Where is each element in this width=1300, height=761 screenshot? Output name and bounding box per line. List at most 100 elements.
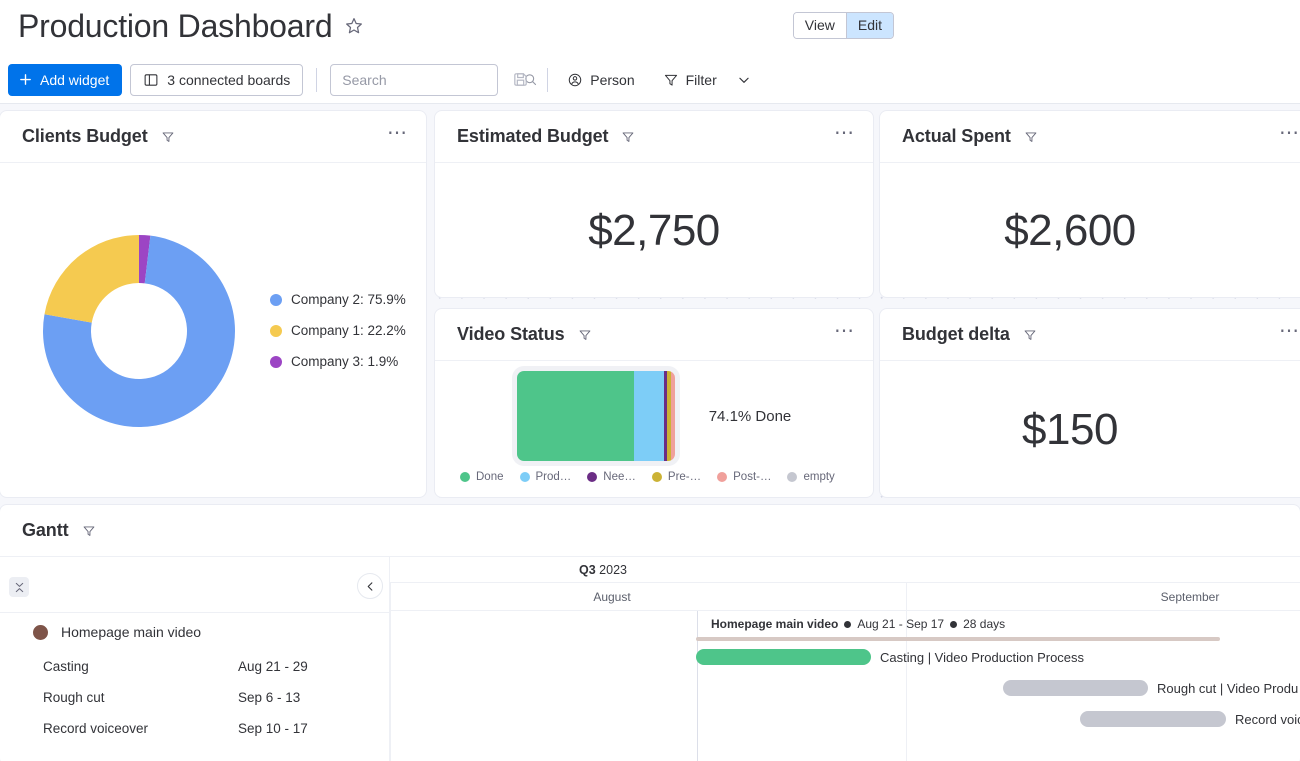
widget-menu-button[interactable]: ⋯ — [383, 128, 412, 146]
group-label-dates: Aug 21 - Sep 17 — [857, 617, 944, 631]
filter-funnel-icon[interactable] — [1011, 130, 1038, 144]
search-input[interactable] — [342, 72, 523, 88]
gantt-body: Homepage main video CastingAug 21 - 29Ro… — [0, 557, 1300, 761]
video-status-legend-item[interactable]: Post-… — [717, 471, 771, 483]
budget-delta-value: $150 — [880, 361, 1300, 498]
gantt-left-toolbar — [0, 557, 389, 613]
person-filter-button[interactable]: Person — [561, 64, 640, 96]
video-status-chart-area: 74.1% Done — [435, 361, 873, 471]
legend-label: Company 3: 1.9% — [291, 354, 398, 369]
collapse-panel-button[interactable] — [357, 573, 383, 599]
gantt-month-label-august: August — [593, 589, 630, 605]
legend-label: Prod… — [536, 471, 572, 483]
donut-legend-item[interactable]: Company 1: 22.2% — [270, 323, 406, 338]
gantt-quarter-row: Q3 2023 — [390, 557, 1300, 583]
star-icon[interactable] — [344, 16, 364, 36]
chevron-left-icon — [365, 581, 376, 592]
person-icon — [567, 72, 583, 88]
edit-mode-button[interactable]: Edit — [846, 13, 893, 38]
dashboard-page: Production Dashboard View Edit Add widge… — [0, 0, 1300, 761]
board-icon — [143, 72, 159, 88]
widget-header: Budget delta ⋯ — [880, 309, 1300, 361]
widget-title: Gantt — [22, 520, 69, 541]
video-status-legend-item[interactable]: Done — [460, 471, 504, 483]
video-status-done-text: 74.1% Done — [709, 408, 792, 425]
connected-boards-label: 3 connected boards — [167, 72, 290, 88]
collapse-all-button[interactable] — [9, 577, 29, 597]
gantt-task-bar[interactable] — [1080, 711, 1226, 727]
gantt-task-bar[interactable] — [696, 649, 871, 665]
widget-estimated-budget: Estimated Budget ⋯ $2,750 — [434, 110, 874, 298]
widget-body: $2,600 — [880, 163, 1300, 298]
gantt-month-divider — [906, 583, 907, 761]
save-button[interactable] — [506, 66, 534, 94]
widget-menu-button[interactable]: ⋯ — [1275, 128, 1300, 146]
view-mode-button[interactable]: View — [794, 13, 846, 38]
stacked-status-bar — [517, 371, 675, 461]
connected-boards-button[interactable]: 3 connected boards — [130, 64, 303, 96]
video-status-legend: Done Prod… Nee… Pre-… Post-… empty — [435, 471, 873, 498]
filter-label: Filter — [686, 72, 717, 88]
quarter-label-bold: Q3 — [579, 563, 596, 577]
floppy-disk-icon — [512, 71, 529, 88]
video-status-legend-item[interactable]: Pre-… — [652, 471, 701, 483]
widget-header: Clients Budget ⋯ — [0, 111, 426, 163]
person-label: Person — [590, 72, 634, 88]
status-segment[interactable] — [634, 371, 664, 461]
legend-label: Company 1: 22.2% — [291, 323, 406, 338]
toolbar-divider-2 — [547, 68, 548, 92]
page-header: Production Dashboard View Edit — [0, 0, 1300, 56]
filter-funnel-icon[interactable] — [608, 130, 635, 144]
legend-label: Nee… — [603, 471, 636, 483]
gantt-group-row[interactable]: Homepage main video — [0, 613, 389, 651]
status-segment[interactable] — [671, 371, 675, 461]
widget-menu-button[interactable]: ⋯ — [830, 128, 859, 146]
plus-icon — [18, 72, 33, 87]
widget-video-status: Video Status ⋯ 74.1% Done Done Prod… Nee… P… — [434, 308, 874, 498]
group-label-name: Homepage main video — [711, 617, 838, 631]
status-segment[interactable] — [517, 371, 634, 461]
gantt-task-row[interactable]: Record voiceoverSep 10 - 17 — [0, 713, 389, 744]
chevron-down-icon[interactable] — [735, 73, 751, 87]
video-status-legend-item[interactable]: Prod… — [520, 471, 572, 483]
gantt-group-bar-label: Homepage main video Aug 21 - Sep 17 28 d… — [711, 617, 1005, 631]
video-status-legend-item[interactable]: Nee… — [587, 471, 636, 483]
widget-clients-budget: Clients Budget ⋯ Company 2: 75.9%Company… — [0, 110, 427, 498]
widget-header: Gantt — [0, 505, 1300, 557]
legend-label: Company 2: 75.9% — [291, 292, 406, 307]
donut-chart — [34, 226, 244, 436]
gantt-task-bar[interactable] — [1003, 680, 1148, 696]
gantt-task-row[interactable]: Rough cutSep 6 - 13 — [0, 682, 389, 713]
widgets-canvas: Clients Budget ⋯ Company 2: 75.9%Company… — [0, 104, 1300, 761]
separator-dot-icon — [844, 621, 851, 628]
separator-dot-icon — [950, 621, 957, 628]
filter-funnel-icon[interactable] — [148, 130, 175, 144]
add-widget-button[interactable]: Add widget — [8, 64, 122, 96]
gantt-task-bar-label: Rough cut | Video Produ — [1157, 681, 1298, 696]
widget-title: Video Status — [457, 324, 565, 345]
filter-funnel-icon[interactable] — [565, 328, 592, 342]
donut-legend-item[interactable]: Company 3: 1.9% — [270, 354, 406, 369]
filter-funnel-icon[interactable] — [1010, 328, 1037, 342]
gantt-task-name: Casting — [43, 659, 238, 674]
view-edit-toggle[interactable]: View Edit — [793, 12, 894, 39]
legend-color-swatch — [717, 472, 727, 482]
gantt-group-bar[interactable] — [696, 637, 1220, 641]
widget-menu-button[interactable]: ⋯ — [1275, 326, 1300, 344]
video-status-legend-item[interactable]: empty — [787, 471, 834, 483]
quarter-label-year: 2023 — [596, 563, 627, 577]
widget-menu-button[interactable]: ⋯ — [830, 326, 859, 344]
filter-funnel-icon[interactable] — [69, 524, 96, 538]
donut-slice[interactable] — [44, 235, 139, 323]
donut-legend-item[interactable]: Company 2: 75.9% — [270, 292, 406, 307]
search-box[interactable] — [330, 64, 498, 96]
filter-button[interactable]: Filter — [657, 64, 723, 96]
gantt-group-name: Homepage main video — [61, 624, 201, 640]
gantt-task-row[interactable]: CastingAug 21 - 29 — [0, 651, 389, 682]
donut-chart-area: Company 2: 75.9% Company 1: 22.2% Company … — [0, 163, 426, 498]
gantt-task-list: CastingAug 21 - 29Rough cutSep 6 - 13Rec… — [0, 651, 389, 744]
widget-title: Budget delta — [902, 324, 1010, 345]
legend-color-swatch — [652, 472, 662, 482]
legend-color-swatch — [460, 472, 470, 482]
gantt-task-name: Rough cut — [43, 690, 238, 705]
